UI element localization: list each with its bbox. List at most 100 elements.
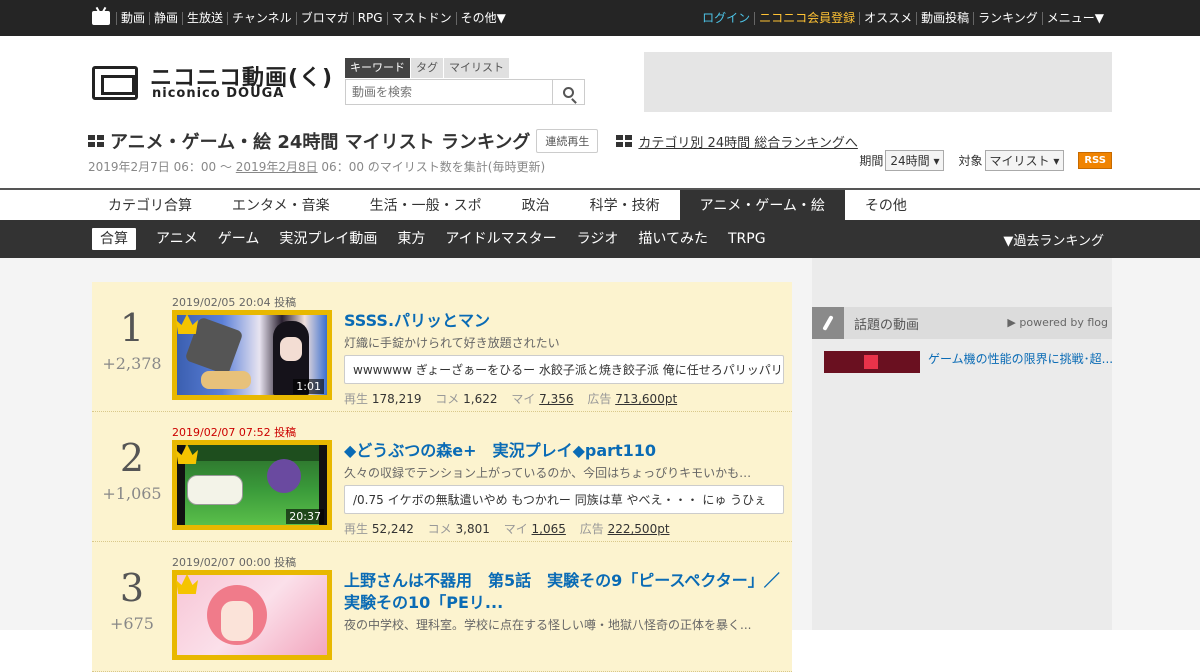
video-title[interactable]: ◆どうぶつの森e+ 実況プレイ◆part110 [344, 441, 656, 460]
video-thumbnail[interactable]: 1:01 [172, 310, 332, 400]
period-start: 2019年2月7日 06：00 ～ [88, 160, 236, 174]
period-end-link[interactable]: 2019年2月8日 [236, 160, 318, 174]
ad-label: 広告 [579, 522, 604, 536]
video-comments: wwwwww ぎょーざぁーをひるー 水餃子派と焼き餃子派 俺に任せろパリッパリ [344, 355, 784, 384]
subcategory-anime[interactable]: アニメ [156, 228, 198, 250]
subcategory-imas[interactable]: アイドルマスター [445, 228, 556, 250]
topbar-link-blomaga[interactable]: ブロマガ [295, 11, 353, 25]
login-link[interactable]: ログイン [698, 11, 754, 25]
ranking-controls: 期間 24時間 ▾ 対象 マイリスト ▾ RSS [859, 150, 1112, 171]
subcategory-all[interactable]: 合算 [92, 228, 136, 250]
comment-count: 1,622 [463, 392, 498, 406]
search-input[interactable] [346, 80, 552, 104]
topbar-link-other[interactable]: その他▼ [455, 11, 510, 25]
video-thumbnail[interactable]: 20:37 [172, 440, 332, 530]
mylist-label: マイ [511, 392, 536, 406]
topbar-link-live[interactable]: 生放送 [182, 11, 227, 25]
category-nav: カテゴリ合算 エンタメ・音楽 生活・一般・スポ 政治 科学・技術 アニメ・ゲーム… [0, 188, 1200, 220]
category-tab-life[interactable]: 生活・一般・スポ [350, 190, 502, 220]
period-select[interactable]: 24時間 ▾ [885, 150, 945, 171]
topbar-link-douga[interactable]: 動画 [116, 11, 149, 25]
ad-banner[interactable] [644, 52, 1112, 112]
search-button[interactable] [552, 80, 584, 104]
search-icon [563, 86, 574, 98]
video-description: 夜の中学校、理科室。学校に点在する怪しい噂・地獄八怪奇の正体を暴く... [344, 618, 752, 632]
subcategory-touhou[interactable]: 東方 [397, 228, 425, 250]
posted-date: 2019/02/07 07:52 投稿 [172, 426, 297, 439]
ranking-list: 1 +2,378 2019/02/05 20:04 投稿 1:01 SSSS.パ… [92, 282, 792, 672]
search-tab-mylist[interactable]: マイリスト [444, 58, 509, 78]
mylist-count[interactable]: 7,356 [539, 392, 573, 406]
search-tab-keyword[interactable]: キーワード [345, 58, 410, 78]
subcategory-radio[interactable]: ラジオ [577, 228, 619, 250]
ad-points[interactable]: 713,600pt [615, 392, 677, 406]
top-navigation-bar: 動画 静画 生放送 チャンネル ブロマガ RPG マストドン その他▼ ログイン… [0, 0, 1200, 36]
video-stats: 再生 178,219 コメ 1,622 マイ 7,356 広告 713,600p… [344, 390, 784, 407]
rank-number: 3 [119, 566, 145, 610]
page-title: アニメ・ゲーム・絵 24時間 マイリスト ランキング [110, 132, 531, 153]
video-thumbnail[interactable] [172, 570, 332, 660]
pen-icon [812, 307, 844, 339]
rank-number: 1 [119, 306, 145, 350]
subcategory-game[interactable]: ゲーム [218, 228, 260, 250]
category-tab-all[interactable]: カテゴリ合算 [88, 190, 212, 220]
video-title[interactable]: 上野さんは不器用 第5話 実験その9「ピースペクター」／実験その10「PEリ..… [344, 571, 780, 612]
comment-label: コメ [435, 392, 460, 406]
comment-count: 3,801 [455, 522, 490, 536]
video-description: 灯織に手錠かけられて好き放題されたい [344, 336, 560, 350]
niconico-tv-icon[interactable] [92, 11, 110, 25]
subcategory-jikkyo[interactable]: 実況プレイ動画 [279, 228, 377, 250]
topbar-right: ログイン ニコニコ会員登録 オススメ 動画投稿 ランキング メニュー▼ [698, 0, 1108, 36]
topbar-link-channel[interactable]: チャンネル [227, 11, 296, 25]
ranking-item: 1 +2,378 2019/02/05 20:04 投稿 1:01 SSSS.パ… [92, 282, 792, 412]
subcategory-drawing[interactable]: 描いてみた [638, 228, 708, 250]
rank-number: 2 [119, 436, 145, 480]
posted-date: 2019/02/05 20:04 投稿 [172, 296, 297, 309]
video-length: 20:37 [286, 509, 324, 524]
subcategory-trpg[interactable]: TRPG [728, 228, 766, 250]
category-tab-entertainment[interactable]: エンタメ・音楽 [212, 190, 350, 220]
play-count: 178,219 [371, 392, 422, 406]
register-link[interactable]: ニコニコ会員登録 [754, 11, 859, 25]
category-tab-anime-game[interactable]: アニメ・ゲーム・絵 [679, 190, 845, 220]
ranking-grid-icon [88, 135, 104, 147]
ranking-link[interactable]: ランキング [973, 11, 1042, 25]
ad-label: 広告 [587, 392, 612, 406]
video-title[interactable]: SSSS.パリッとマン [344, 311, 490, 330]
ad-points[interactable]: 222,500pt [608, 522, 670, 536]
topbar-link-rpg[interactable]: RPG [352, 11, 387, 25]
upload-link[interactable]: 動画投稿 [916, 11, 973, 25]
logo-text-en: niconico DOUGA [152, 86, 285, 101]
continuous-play-button[interactable]: 連続再生 [536, 129, 599, 153]
category-tab-other[interactable]: その他 [845, 190, 927, 220]
search-tabs: キーワード タグ マイリスト [345, 58, 585, 78]
topic-item-title[interactable]: ゲーム機の性能の限界に挑戦･超... [928, 351, 1114, 367]
overall-ranking-link[interactable]: カテゴリ別 24時間 総合ランキングへ [616, 132, 858, 151]
menu-link[interactable]: メニュー▼ [1041, 11, 1108, 25]
period-rest: 06：00 のマイリスト数を集計(毎時更新) [317, 160, 546, 174]
past-ranking-link[interactable]: ▼過去ランキング [1003, 230, 1104, 249]
topbar-link-seiga[interactable]: 静画 [149, 11, 182, 25]
topbar-link-mastodon[interactable]: マストドン [386, 11, 456, 25]
category-tab-science[interactable]: 科学・技術 [570, 190, 680, 220]
video-info: 上野さんは不器用 第5話 実験その9「ピースペクター」／実験その10「PEリ..… [344, 570, 784, 633]
video-description: 久々の収録でテンション上がっているのか、今回はちょっぴりキモいかも… [344, 466, 752, 480]
category-tab-politics[interactable]: 政治 [502, 190, 570, 220]
powered-by-link[interactable]: ▶ powered by flog [1007, 316, 1108, 329]
ranking-item: 3 +675 2019/02/07 00:00 投稿 上野さんは不器用 第5話 … [92, 542, 792, 672]
mylist-label: マイ [503, 522, 528, 536]
topic-thumbnail [824, 351, 920, 373]
niconico-logo[interactable]: ニコニコ動画(く) niconico DOUGA [92, 60, 332, 104]
mylist-count[interactable]: 1,065 [532, 522, 566, 536]
topic-item[interactable]: ゲーム機の性能の限界に挑戦･超... [824, 351, 1114, 373]
thumbnail-image [177, 575, 327, 655]
search-tab-tag[interactable]: タグ [411, 58, 443, 78]
ranking-item: 2 +1,065 2019/02/07 07:52 投稿 20:37 ◆どうぶつ… [92, 412, 792, 542]
recommend-link[interactable]: オススメ [859, 11, 916, 25]
target-select[interactable]: マイリスト ▾ [984, 150, 1065, 171]
logo-tv-icon [92, 66, 138, 100]
rss-button[interactable]: RSS [1078, 152, 1112, 169]
subcategory-nav: 合算 アニメ ゲーム 実況プレイ動画 東方 アイドルマスター ラジオ 描いてみた… [0, 220, 1200, 258]
video-stats: 再生 52,242 コメ 3,801 マイ 1,065 広告 222,500pt [344, 520, 784, 537]
video-info: ◆どうぶつの森e+ 実況プレイ◆part110 久々の収録でテンション上がってい… [344, 440, 784, 537]
